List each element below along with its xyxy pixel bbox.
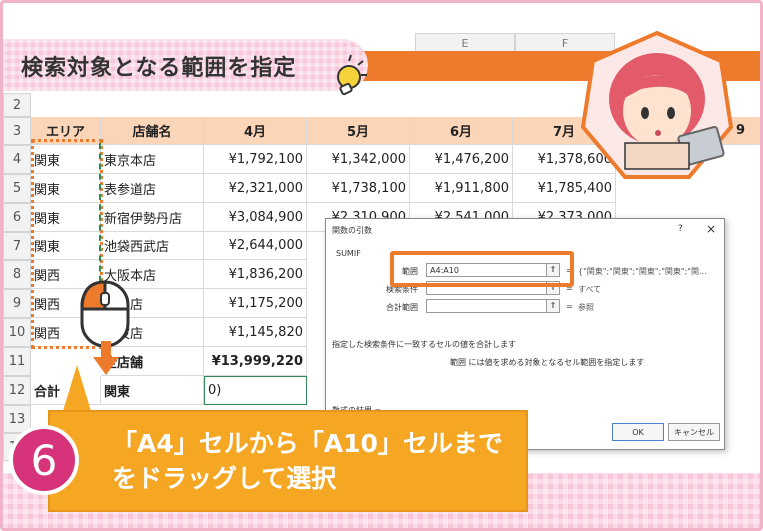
cell-store[interactable]: 東京本店 [101,145,204,174]
sum-area[interactable]: 関東 [101,376,204,405]
formula-cell[interactable]: 0) [204,376,307,405]
lightbulb-icon [337,54,367,96]
cell-store[interactable]: 池袋西武店 [101,232,204,260]
equals-sign: = [566,302,573,311]
step-number-badge: 6 [9,425,79,495]
header-may[interactable]: 5月 [307,117,410,145]
header-june[interactable]: 6月 [410,117,513,145]
row-header-6[interactable]: 6 [3,203,31,232]
row-header-3[interactable]: 3 [3,117,31,145]
row-header-2[interactable]: 2 [3,93,31,117]
row-header-11[interactable]: 11 [3,347,31,376]
row-header-7[interactable]: 7 [3,232,31,260]
cell-value[interactable]: ¥2,644,000 [204,232,307,260]
row-header-12[interactable]: 12 [3,376,31,405]
ok-button[interactable]: OK [612,423,664,441]
callout-tail [63,365,91,411]
row-header-5[interactable]: 5 [3,174,31,203]
cell-value[interactable]: ¥1,145,820 [204,318,307,347]
header-store[interactable]: 店舗名 [101,117,204,145]
range-highlight [390,251,574,287]
collapse-dialog-icon[interactable]: ⇑ [546,299,560,313]
cell-value[interactable]: ¥1,836,200 [204,260,307,289]
function-name: SUMIF [336,249,361,258]
sum-range-label: 合計範囲 [386,303,418,312]
cell-store[interactable]: 新宿伊勢丹店 [101,203,204,232]
row-header-8[interactable]: 8 [3,260,31,289]
cell-value[interactable]: ¥1,342,000 [307,145,410,174]
cell-value[interactable]: ¥1,738,100 [307,174,410,203]
arrow-down-icon [93,341,119,375]
row-header-4[interactable]: 4 [3,145,31,174]
cell-value[interactable]: ¥3,084,900 [204,203,307,232]
total-value[interactable]: ¥13,999,220 [204,347,307,376]
function-description: 指定した検索条件に一致するセルの値を合計します [332,340,516,349]
cell-value[interactable]: ¥1,476,200 [410,145,513,174]
callout-text: 「A4」セルから「A10」セルまで をドラッグして選択 [112,426,503,496]
cell-value[interactable]: ¥1,911,800 [410,174,513,203]
argument-description: 範囲 には値を求める対象となるセル範囲を指定します [450,358,645,367]
callout-line-2: をドラッグして選択 [112,464,337,493]
step-callout: 「A4」セルから「A10」セルまで をドラッグして選択 [48,410,528,512]
cell-value[interactable]: ¥1,175,200 [204,289,307,318]
character-avatar [581,31,733,179]
help-button[interactable]: ? [678,224,683,234]
cell-value[interactable]: ¥1,792,100 [204,145,307,174]
cell-store[interactable]: 表参道店 [101,174,204,203]
tutorial-frame: E F 2 3 4 5 6 7 8 9 10 11 12 13 14 エリア 店… [0,0,763,531]
range-result: {"関東";"関東";"関東";"関東";"関... [578,267,707,276]
header-april[interactable]: 4月 [204,117,307,145]
callout-line-1: 「A4」セルから「A10」セルまで [112,429,503,458]
dialog-title: 関数の引数 [332,226,372,235]
cancel-button[interactable]: キャンセル [668,423,720,441]
row-header-9[interactable]: 9 [3,289,31,318]
close-icon[interactable]: × [706,222,716,236]
cell-value[interactable]: ¥2,321,000 [204,174,307,203]
row-header-10[interactable]: 10 [3,318,31,347]
sum-range-input[interactable] [426,299,560,313]
criteria-result: すべて [578,285,602,294]
sum-range-row: 合計範囲 ⇑ = 参照 [326,299,726,315]
page-title: 検索対象となる範囲を指定 [21,56,297,81]
sum-range-result: 参照 [578,303,594,312]
